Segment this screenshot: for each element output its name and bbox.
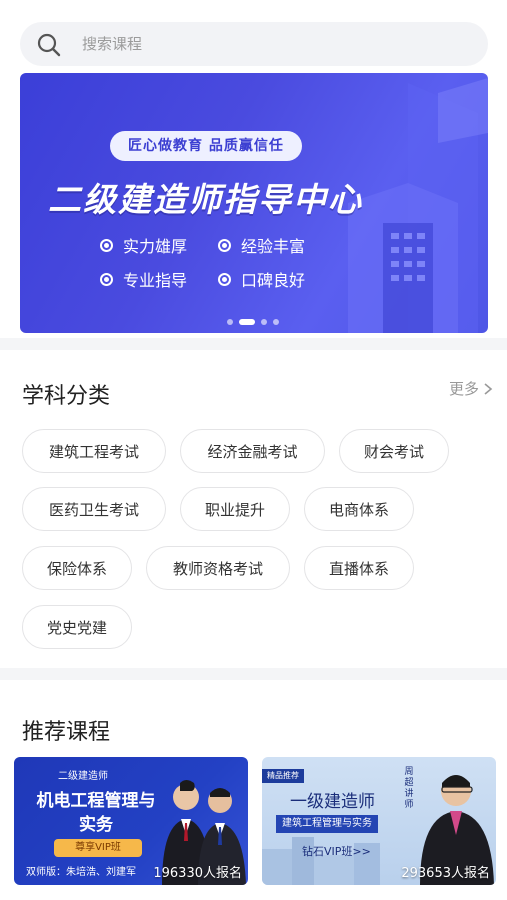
search-bar[interactable] (20, 22, 488, 66)
course-card[interactable]: 精品推荐 一级建造师 建筑工程管理与实务 钻石VIP班>> 周超讲师 29365… (262, 757, 496, 885)
pager-dot[interactable] (227, 319, 233, 325)
course-title: 机电工程管理与实务 (36, 791, 156, 835)
pager-dot-active[interactable] (239, 319, 255, 325)
enroll-count: 293653人报名 (401, 866, 490, 881)
feature-label: 口碑良好 (241, 271, 306, 290)
search-icon (37, 33, 61, 57)
vip-badge: 尊享VIP班 (54, 839, 142, 857)
bullet-icon (218, 238, 231, 252)
vip-link: 钻石VIP班>> (302, 845, 371, 858)
subject-chip[interactable]: 财会考试 (339, 429, 449, 473)
more-label: 更多 (448, 380, 479, 398)
subject-chip[interactable]: 党史党建 (22, 605, 132, 649)
bullet-icon (218, 272, 231, 286)
banner-feature: 口碑良好 (218, 267, 305, 291)
subject-chip[interactable]: 保险体系 (22, 546, 132, 590)
course-title: 一级建造师 (290, 792, 375, 812)
bullet-icon (100, 238, 113, 252)
banner-feature: 实力雄厚 (100, 233, 187, 257)
feature-label: 实力雄厚 (123, 237, 188, 256)
enroll-count: 196330人报名 (153, 866, 242, 881)
subjects-title: 学科分类 (22, 384, 111, 409)
feature-label: 专业指导 (123, 271, 188, 290)
banner-feature: 专业指导 (100, 267, 187, 291)
banner-slogan: 匠心做教育 品质赢信任 (110, 131, 302, 161)
featured-badge: 精品推荐 (262, 769, 304, 783)
chevron-right-icon (484, 382, 493, 395)
search-input[interactable] (82, 22, 462, 66)
recommend-title: 推荐课程 (22, 720, 111, 745)
subject-chip[interactable]: 教师资格考试 (146, 546, 290, 590)
banner-feature: 经验丰富 (218, 233, 305, 257)
course-tag: 二级建造师 (58, 771, 108, 782)
pager-dot[interactable] (261, 319, 267, 325)
lecturer-name: 周超讲师 (404, 767, 414, 810)
subject-chip[interactable]: 医药卫生考试 (22, 487, 166, 531)
bullet-icon (100, 272, 113, 286)
section-divider (0, 668, 507, 680)
subject-chip[interactable]: 职业提升 (180, 487, 290, 531)
section-divider (0, 338, 507, 350)
banner-title: 二级建造师指导中心 (48, 180, 363, 219)
subject-chip[interactable]: 经济金融考试 (180, 429, 325, 473)
subject-chip[interactable]: 电商体系 (304, 487, 414, 531)
subject-chip[interactable]: 建筑工程考试 (22, 429, 166, 473)
subject-chip[interactable]: 直播体系 (304, 546, 414, 590)
course-card[interactable]: 二级建造师 机电工程管理与实务 尊享VIP班 双师版：朱培浩、刘建军 19633… (14, 757, 248, 885)
feature-label: 经验丰富 (241, 237, 306, 256)
course-subtitle: 建筑工程管理与实务 (276, 815, 378, 833)
promo-banner[interactable]: 匠心做教育 品质赢信任 二级建造师指导中心 实力雄厚 经验丰富 专业指导 口碑良… (20, 73, 488, 333)
course-teachers: 双师版：朱培浩、刘建军 (26, 867, 136, 878)
banner-pager (227, 319, 279, 325)
pager-dot[interactable] (273, 319, 279, 325)
more-link[interactable]: 更多 (449, 378, 493, 399)
